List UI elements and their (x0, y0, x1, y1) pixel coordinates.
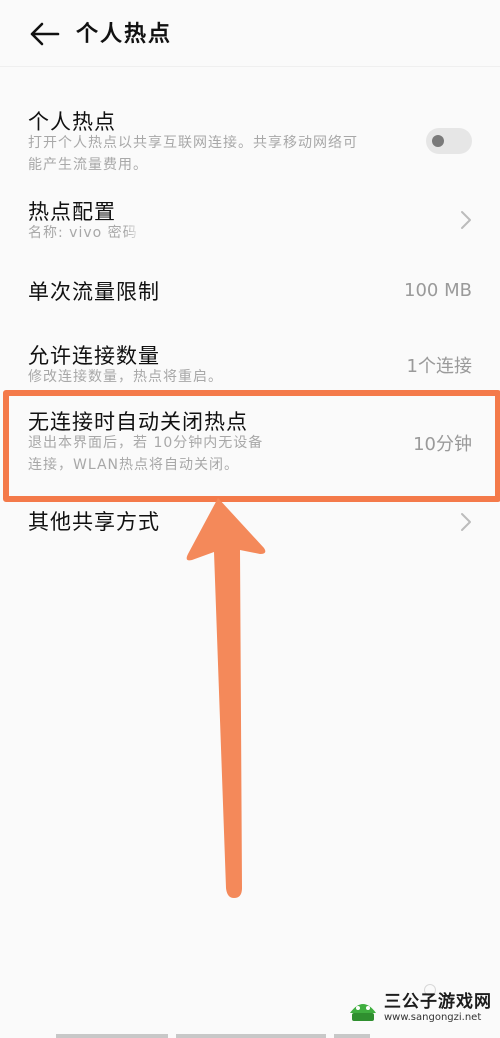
data-limit-value: 100 MB (404, 280, 472, 301)
chevron-right-icon (461, 513, 471, 531)
watermark-logo-icon (350, 1004, 376, 1021)
watermark-url: www.sangongzi.net (384, 1012, 482, 1023)
other-share-title: 其他共享方式 (28, 510, 160, 534)
data-limit-title: 单次流量限制 (28, 280, 160, 304)
page-title: 个人热点 (76, 22, 173, 47)
connection-limit-value: 1个连接 (406, 356, 472, 377)
bottom-bar-segment (334, 1034, 370, 1038)
back-arrow-icon[interactable] (28, 20, 60, 48)
annotation-arrow-icon (186, 498, 266, 898)
hotspot-switch-knob (432, 135, 444, 147)
bottom-bar-segment (176, 1034, 326, 1038)
hotspot-toggle-row[interactable]: 个人热点 打开个人热点以共享互联网连接。共享移动网络可 能产生流量费用。 (0, 100, 500, 180)
bottom-bar-segment (56, 1034, 168, 1038)
hotspot-config-subtitle: 名称: vivo 密码 (28, 225, 138, 241)
highlight-box (3, 390, 500, 502)
watermark: 三公子游戏网 www.sangongzi.net (346, 988, 492, 1028)
connection-limit-subtitle: 修改连接数量，热点将重启。 (28, 369, 223, 385)
hotspot-toggle-subtitle-1: 打开个人热点以共享互联网连接。共享移动网络可 (28, 135, 358, 151)
watermark-name: 三公子游戏网 (384, 992, 492, 1012)
chevron-right-icon (461, 211, 471, 229)
hotspot-toggle-subtitle-2: 能产生流量费用。 (28, 157, 148, 173)
connection-limit-row[interactable]: 允许连接数量 修改连接数量，热点将重启。 1个连接 (0, 334, 500, 390)
data-limit-row[interactable]: 单次流量限制 100 MB (0, 270, 500, 316)
redaction-blur (142, 216, 258, 240)
top-bar: 个人热点 (0, 0, 500, 67)
hotspot-switch[interactable] (426, 128, 472, 154)
